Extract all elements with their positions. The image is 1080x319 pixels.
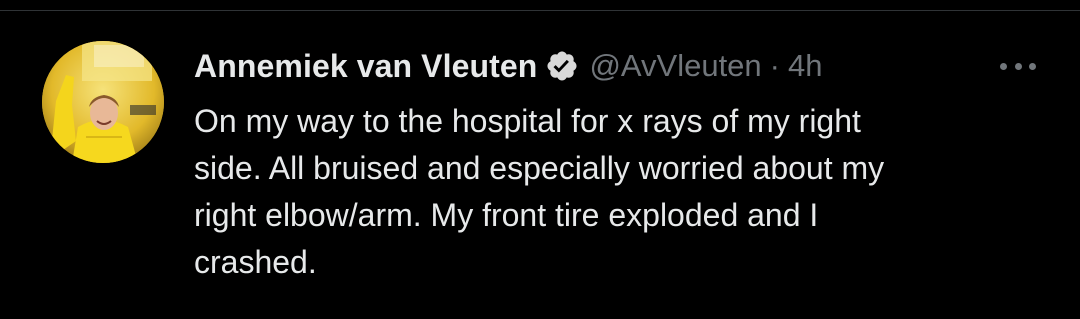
avatar[interactable]	[42, 41, 164, 163]
more-dot	[1014, 62, 1022, 70]
tweet-text: On my way to the hospital for x rays of …	[194, 98, 1014, 286]
author-display-name[interactable]: Annemiek van Vleuten	[194, 48, 537, 85]
more-dot	[1029, 62, 1036, 70]
tweet-text-line: side. All bruised and especially worried…	[194, 150, 885, 186]
tweet-text-line: On my way to the hospital for x rays of …	[194, 103, 861, 139]
tweet-header: Annemiek van Vleuten @AvVleuten · 4h	[194, 46, 822, 86]
more-dot	[1000, 62, 1007, 70]
separator-dot: ·	[769, 48, 780, 83]
tweet-text-line: crashed.	[194, 244, 317, 280]
tweet-text-line: right elbow/arm. My front tire exploded …	[194, 197, 819, 233]
avatar-image	[42, 41, 164, 163]
author-handle[interactable]: @AvVleuten	[589, 48, 761, 84]
tweet[interactable]: Annemiek van Vleuten @AvVleuten · 4h On …	[0, 0, 1080, 319]
more-options-icon[interactable]	[1000, 52, 1036, 80]
tweet-timestamp[interactable]: 4h	[788, 48, 822, 84]
verified-badge-icon	[545, 49, 579, 83]
